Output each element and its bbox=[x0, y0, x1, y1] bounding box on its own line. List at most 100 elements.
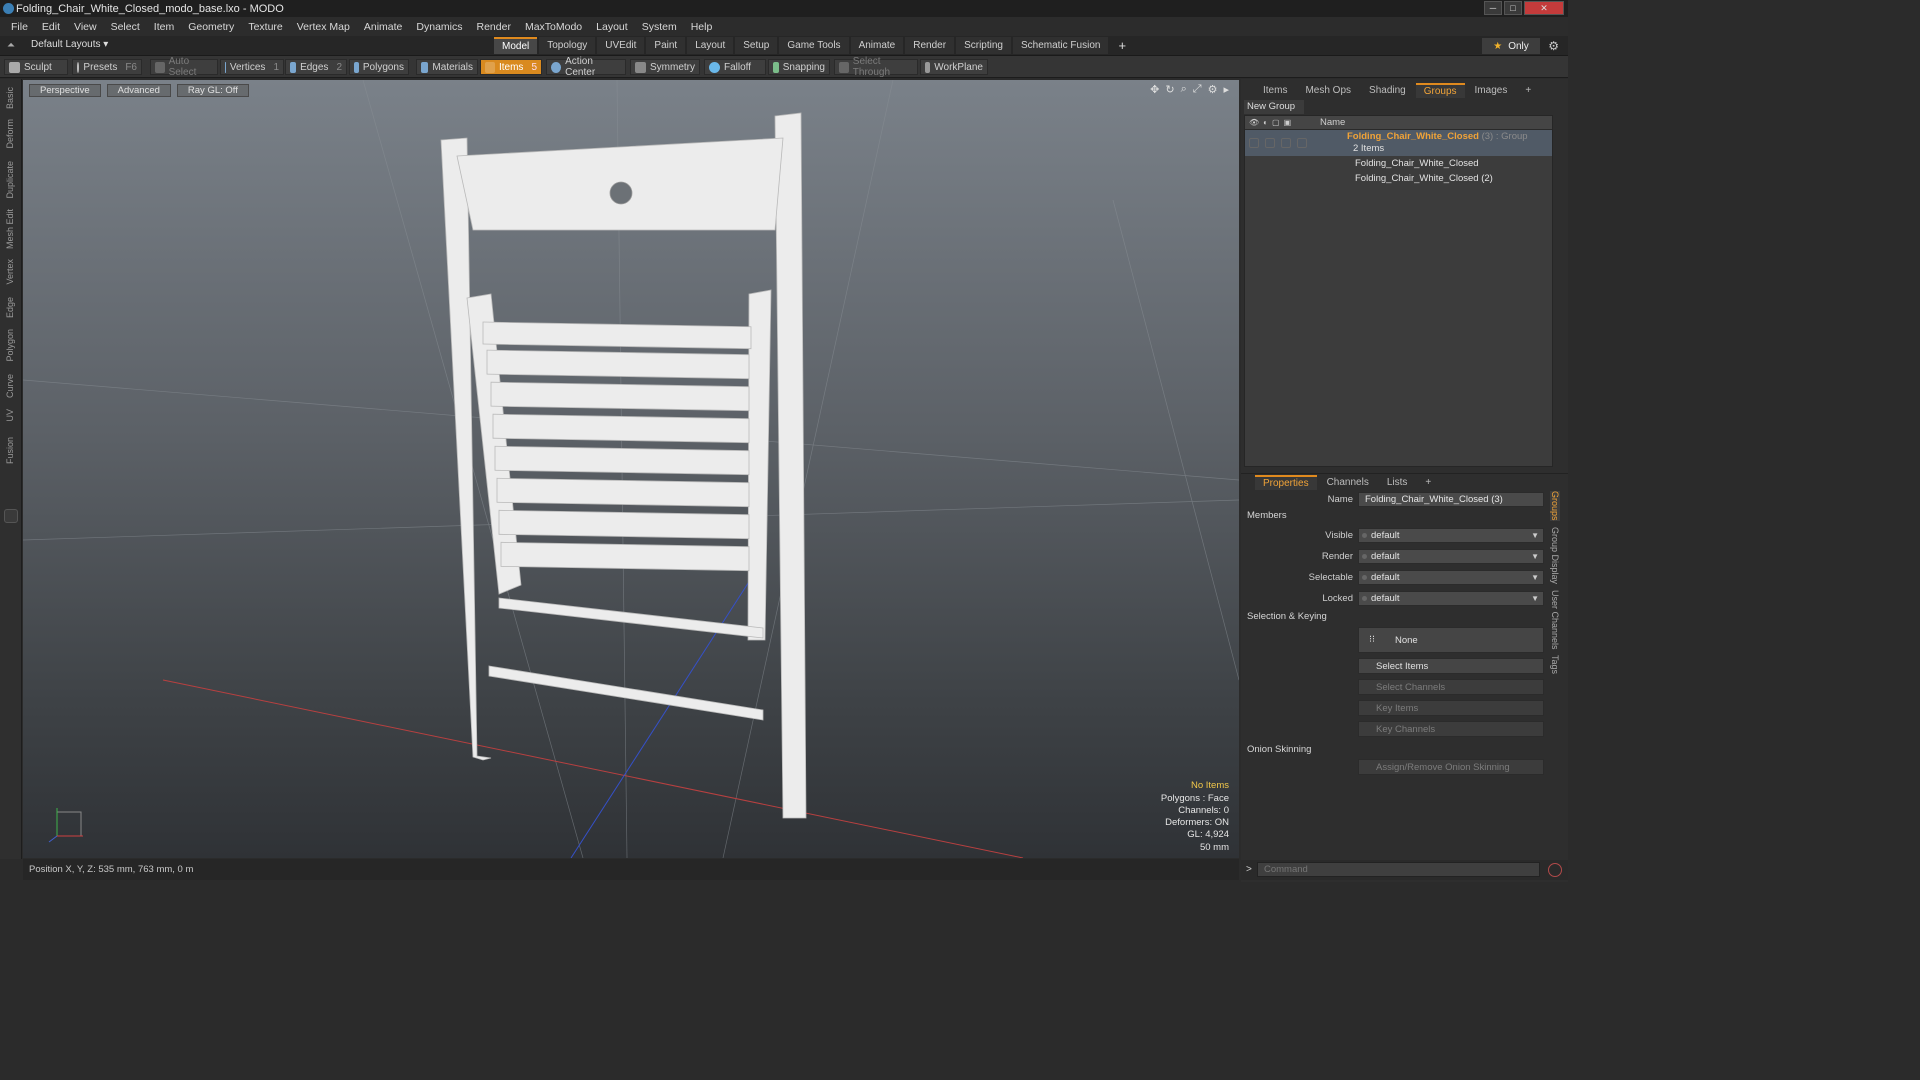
left-tab-uv[interactable]: UV bbox=[5, 409, 15, 422]
side-tab-groups[interactable]: Groups bbox=[1550, 491, 1560, 521]
minimize-button[interactable]: ─ bbox=[1484, 1, 1502, 15]
assign-onion-skinning-button[interactable]: Assign/Remove Onion Skinning bbox=[1358, 759, 1544, 775]
side-tab-user-channels[interactable]: User Channels bbox=[1550, 590, 1560, 650]
render-dropdown[interactable]: default ▼ bbox=[1358, 548, 1544, 564]
left-tab-fusion[interactable]: Fusion bbox=[5, 437, 15, 464]
menu-view[interactable]: View bbox=[67, 21, 104, 33]
selection-keying-section[interactable]: Selection & Keying bbox=[1247, 611, 1327, 622]
key-items-button[interactable]: Key Items bbox=[1358, 700, 1544, 716]
tree-child-row[interactable]: Folding_Chair_White_Closed bbox=[1245, 156, 1552, 171]
members-section[interactable]: Members bbox=[1247, 510, 1287, 521]
command-history-icon[interactable] bbox=[1548, 863, 1562, 877]
select-items-button[interactable]: Select Items bbox=[1358, 658, 1544, 674]
menu-layout[interactable]: Layout bbox=[589, 21, 635, 33]
symmetry-button[interactable]: Symmetry bbox=[630, 59, 700, 75]
sculpt-button[interactable]: Sculpt bbox=[4, 59, 68, 75]
left-tab-vertex[interactable]: Vertex bbox=[5, 259, 15, 285]
menu-dynamics[interactable]: Dynamics bbox=[409, 21, 469, 33]
edges-button[interactable]: Edges 2 bbox=[285, 59, 347, 75]
tab-layout[interactable]: Layout bbox=[687, 37, 734, 54]
3d-viewport[interactable]: Perspective Advanced Ray GL: Off ✥ ↻ ⌕ ⤢… bbox=[23, 80, 1239, 858]
falloff-button[interactable]: Falloff bbox=[704, 59, 766, 75]
vertices-button[interactable]: Vertices 1 bbox=[220, 59, 284, 75]
command-input[interactable] bbox=[1257, 862, 1540, 877]
tab-lists[interactable]: Lists bbox=[1379, 475, 1416, 490]
tab-setup[interactable]: Setup bbox=[735, 37, 778, 54]
left-tab-polygon[interactable]: Polygon bbox=[5, 329, 15, 362]
menu-edit[interactable]: Edit bbox=[35, 21, 67, 33]
tab-groups[interactable]: Groups bbox=[1415, 83, 1465, 98]
default-layouts-dropdown[interactable]: Default Layouts ▾ bbox=[31, 39, 108, 50]
tab-game-tools[interactable]: Game Tools bbox=[779, 37, 849, 54]
name-field[interactable]: Folding_Chair_White_Closed (3) bbox=[1358, 491, 1544, 507]
only-button[interactable]: ★ Only bbox=[1482, 38, 1540, 54]
tab-channels[interactable]: Channels bbox=[1319, 475, 1377, 490]
gear-icon[interactable]: ⚙ bbox=[1548, 39, 1559, 53]
perspective-button[interactable]: Perspective bbox=[29, 84, 101, 97]
tab-animate[interactable]: Animate bbox=[850, 37, 904, 54]
tab-topology[interactable]: Topology bbox=[539, 37, 596, 54]
rotate-icon[interactable]: ↻ bbox=[1165, 83, 1174, 96]
tree-child-row[interactable]: Folding_Chair_White_Closed (2) bbox=[1245, 171, 1552, 186]
menu-file[interactable]: File bbox=[4, 21, 35, 33]
left-tab-curve[interactable]: Curve bbox=[5, 374, 15, 398]
action-center-button[interactable]: Action Center bbox=[546, 56, 626, 78]
visible-dropdown[interactable]: default ▼ bbox=[1358, 527, 1544, 543]
group-visibility-toggles[interactable] bbox=[1249, 138, 1307, 148]
tab-shading[interactable]: Shading bbox=[1361, 83, 1414, 98]
menu-vertex-map[interactable]: Vertex Map bbox=[290, 21, 357, 33]
tab-properties[interactable]: Properties bbox=[1255, 474, 1317, 490]
tab-images[interactable]: Images bbox=[1467, 83, 1516, 98]
menu-animate[interactable]: Animate bbox=[357, 21, 410, 33]
move-icon[interactable]: ✥ bbox=[1150, 83, 1159, 96]
menu-system[interactable]: System bbox=[635, 21, 684, 33]
zoom-icon[interactable]: ⌕ bbox=[1181, 83, 1187, 96]
key-channels-button[interactable]: Key Channels bbox=[1358, 721, 1544, 737]
menu-help[interactable]: Help bbox=[684, 21, 720, 33]
menu-texture[interactable]: Texture bbox=[241, 21, 289, 33]
tab-items[interactable]: Items bbox=[1255, 83, 1295, 98]
layout-arrow-icon[interactable]: ⏶ bbox=[7, 40, 15, 51]
workplane-button[interactable]: WorkPlane bbox=[920, 59, 988, 75]
add-tab-icon[interactable]: + bbox=[1110, 37, 1134, 54]
tab-render[interactable]: Render bbox=[905, 37, 955, 54]
tab-mesh-ops[interactable]: Mesh Ops bbox=[1297, 83, 1359, 98]
select-through-button[interactable]: Select Through bbox=[834, 56, 918, 78]
presets-button[interactable]: Presets F6 bbox=[72, 59, 142, 75]
side-tab-group-display[interactable]: Group Display bbox=[1550, 527, 1560, 584]
tab-uvedit[interactable]: UVEdit bbox=[597, 37, 645, 54]
viewport-menu-icon[interactable]: ▸ bbox=[1223, 83, 1229, 96]
left-tab-deform[interactable]: Deform bbox=[5, 119, 15, 149]
items-button[interactable]: Items 5 bbox=[480, 59, 542, 75]
snapping-button[interactable]: Snapping bbox=[768, 59, 830, 75]
locked-dropdown[interactable]: default ▼ bbox=[1358, 590, 1544, 606]
menu-maxtomodo[interactable]: MaxToModo bbox=[518, 21, 589, 33]
tab-paint[interactable]: Paint bbox=[646, 37, 686, 54]
tab-model[interactable]: Model bbox=[494, 37, 538, 54]
tab-scripting[interactable]: Scripting bbox=[956, 37, 1011, 54]
onion-skinning-section[interactable]: Onion Skinning bbox=[1247, 744, 1311, 755]
add-panel-tab-icon[interactable]: + bbox=[1517, 83, 1539, 98]
raygl-button[interactable]: Ray GL: Off bbox=[176, 84, 249, 97]
left-tab-edge[interactable]: Edge bbox=[5, 297, 15, 318]
left-tab-duplicate[interactable]: Duplicate bbox=[5, 161, 15, 199]
new-group-button[interactable]: New Group bbox=[1244, 100, 1304, 114]
auto-select-button[interactable]: Auto Select bbox=[150, 56, 218, 78]
maximize-button[interactable]: □ bbox=[1504, 1, 1522, 15]
select-channels-button[interactable]: Select Channels bbox=[1358, 679, 1544, 695]
none-button[interactable]: ⁝⁝ None bbox=[1358, 627, 1544, 653]
menu-render[interactable]: Render bbox=[470, 21, 518, 33]
left-tab-basic[interactable]: Basic bbox=[5, 87, 15, 109]
left-tab-mesh-edit[interactable]: Mesh Edit bbox=[5, 209, 15, 249]
side-tab-tags[interactable]: Tags bbox=[1550, 655, 1560, 674]
fit-icon[interactable]: ⤢ bbox=[1193, 83, 1202, 96]
menu-select[interactable]: Select bbox=[104, 21, 147, 33]
group-row[interactable]: Folding_Chair_White_Closed (3) : Group 2… bbox=[1245, 130, 1552, 156]
tab-schematic-fusion[interactable]: Schematic Fusion bbox=[1012, 37, 1109, 54]
viewport-gear-icon[interactable]: ⚙ bbox=[1208, 83, 1218, 96]
materials-button[interactable]: Materials bbox=[416, 59, 478, 75]
left-strip-toggle-button[interactable] bbox=[4, 509, 18, 523]
menu-geometry[interactable]: Geometry bbox=[181, 21, 241, 33]
selectable-dropdown[interactable]: default ▼ bbox=[1358, 569, 1544, 585]
menu-item[interactable]: Item bbox=[147, 21, 181, 33]
